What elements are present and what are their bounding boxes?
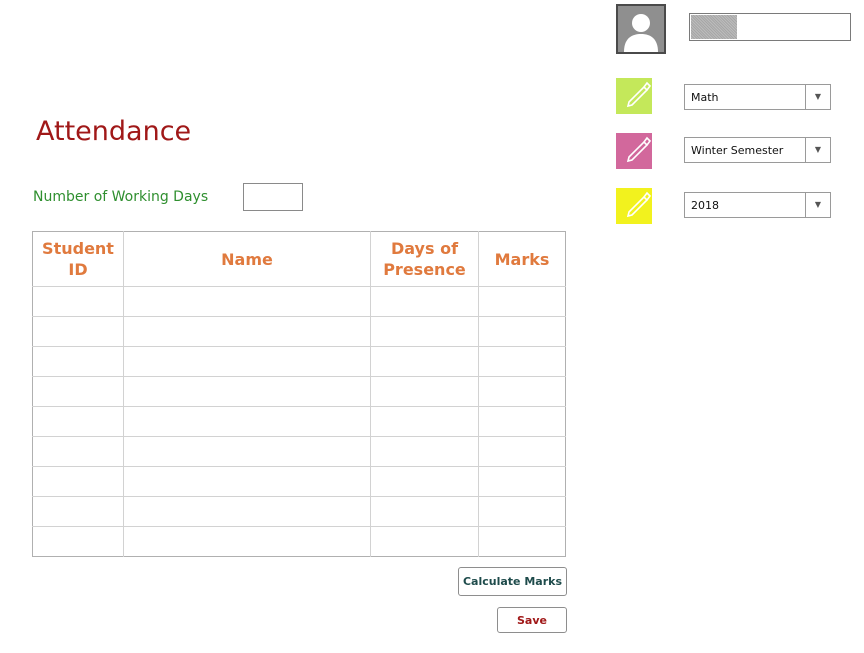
table-cell[interactable] <box>32 466 124 497</box>
table-row[interactable] <box>32 496 566 527</box>
calculate-marks-button[interactable]: Calculate Marks <box>458 567 567 596</box>
table-cell[interactable] <box>478 286 566 317</box>
subject-selected-value: Math <box>691 91 719 104</box>
table-cell[interactable] <box>123 316 371 347</box>
header-line: Days of <box>390 239 459 258</box>
table-cell[interactable] <box>478 526 566 557</box>
table-row[interactable] <box>32 436 566 467</box>
table-cell[interactable] <box>370 496 479 527</box>
table-row[interactable] <box>32 406 566 437</box>
table-row[interactable] <box>32 346 566 377</box>
attendance-table: Student ID Name Days of Presence Marks <box>32 231 566 557</box>
table-cell[interactable] <box>370 316 479 347</box>
working-days-input[interactable] <box>243 183 303 211</box>
table-cell[interactable] <box>370 466 479 497</box>
semester-dropdown[interactable]: Winter Semester ▼ <box>684 137 831 163</box>
table-cell[interactable] <box>370 346 479 377</box>
table-cell[interactable] <box>478 376 566 407</box>
user-silhouette-icon <box>624 14 658 52</box>
year-dropdown[interactable]: 2018 ▼ <box>684 192 831 218</box>
table-cell[interactable] <box>32 436 124 467</box>
chevron-down-icon[interactable]: ▼ <box>805 193 830 217</box>
chevron-down-icon[interactable]: ▼ <box>805 85 830 109</box>
header-line: Marks <box>494 249 550 269</box>
semester-selected-value: Winter Semester <box>691 144 784 157</box>
table-row[interactable] <box>32 316 566 347</box>
table-header-row: Student ID Name Days of Presence Marks <box>32 231 566 287</box>
table-row[interactable] <box>32 286 566 317</box>
header-line: Presence <box>383 260 466 279</box>
column-header-marks[interactable]: Marks <box>478 231 566 287</box>
pencil-icon <box>626 136 652 163</box>
column-header-name[interactable]: Name <box>123 231 371 287</box>
user-name-field <box>689 13 851 41</box>
subject-dropdown[interactable]: Math ▼ <box>684 84 831 110</box>
table-row[interactable] <box>32 466 566 497</box>
table-row[interactable] <box>32 526 566 557</box>
table-cell[interactable] <box>32 526 124 557</box>
table-cell[interactable] <box>370 376 479 407</box>
column-header-student-id[interactable]: Student ID <box>32 231 124 287</box>
column-header-days-of-presence[interactable]: Days of Presence <box>370 231 479 287</box>
table-cell[interactable] <box>370 526 479 557</box>
table-cell[interactable] <box>123 526 371 557</box>
table-cell[interactable] <box>32 286 124 317</box>
page-title: Attendance <box>36 116 192 147</box>
year-selected-value: 2018 <box>691 199 719 212</box>
table-cell[interactable] <box>370 436 479 467</box>
table-cell[interactable] <box>32 346 124 377</box>
table-cell[interactable] <box>478 406 566 437</box>
table-cell[interactable] <box>478 436 566 467</box>
table-cell[interactable] <box>123 406 371 437</box>
table-cell[interactable] <box>123 496 371 527</box>
table-cell[interactable] <box>123 346 371 377</box>
table-cell[interactable] <box>123 436 371 467</box>
table-cell[interactable] <box>32 316 124 347</box>
table-cell[interactable] <box>32 406 124 437</box>
subject-tile <box>616 78 652 114</box>
table-cell[interactable] <box>123 286 371 317</box>
user-avatar-icon[interactable] <box>616 4 666 54</box>
header-line: ID <box>68 260 88 279</box>
header-line: Name <box>221 249 273 269</box>
table-cell[interactable] <box>123 466 371 497</box>
save-button[interactable]: Save <box>497 607 567 633</box>
chevron-down-icon[interactable]: ▼ <box>805 138 830 162</box>
table-row[interactable] <box>32 376 566 407</box>
table-cell[interactable] <box>478 316 566 347</box>
year-tile <box>616 188 652 224</box>
semester-tile <box>616 133 652 169</box>
header-line: Student <box>42 239 114 258</box>
pencil-icon <box>626 191 652 218</box>
table-cell[interactable] <box>32 496 124 527</box>
working-days-label: Number of Working Days <box>33 189 209 205</box>
table-cell[interactable] <box>478 346 566 377</box>
table-cell[interactable] <box>478 496 566 527</box>
table-cell[interactable] <box>478 466 566 497</box>
table-cell[interactable] <box>370 406 479 437</box>
table-cell[interactable] <box>370 286 479 317</box>
table-cell[interactable] <box>123 376 371 407</box>
table-cell[interactable] <box>32 376 124 407</box>
user-name-redacted <box>691 15 737 39</box>
pencil-icon <box>626 81 652 108</box>
